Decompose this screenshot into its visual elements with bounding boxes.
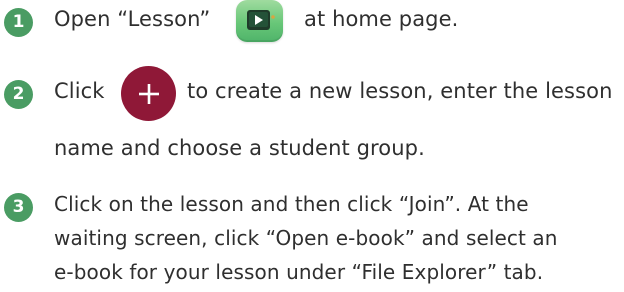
step-1-text-before: Open “Lesson” [54,7,211,31]
step-1-text-after: at home page. [304,7,459,31]
add-lesson-button[interactable] [121,66,176,121]
step-3-number: 3 [12,197,25,217]
step-1-badge: 1 [4,8,33,37]
step-2-text-before: Click [54,79,105,103]
step-2-line-2: name and choose a student group. [54,136,425,160]
step-3-line-2: waiting screen, click “Open e-book” and … [54,226,558,250]
step-1-number: 1 [12,12,25,32]
lesson-icon-graphic [247,10,275,30]
step-2-text-after: to create a new lesson, enter the lesson [187,79,613,103]
plus-icon [138,83,159,104]
step-2-badge: 2 [4,80,33,109]
step-2-number: 2 [12,84,25,104]
step-3-badge: 3 [4,193,33,222]
lesson-app-icon[interactable] [236,0,283,42]
step-3-line-3: e-book for your lesson under “File Explo… [54,260,544,284]
step-3-line-1: Click on the lesson and then click “Join… [54,192,529,216]
